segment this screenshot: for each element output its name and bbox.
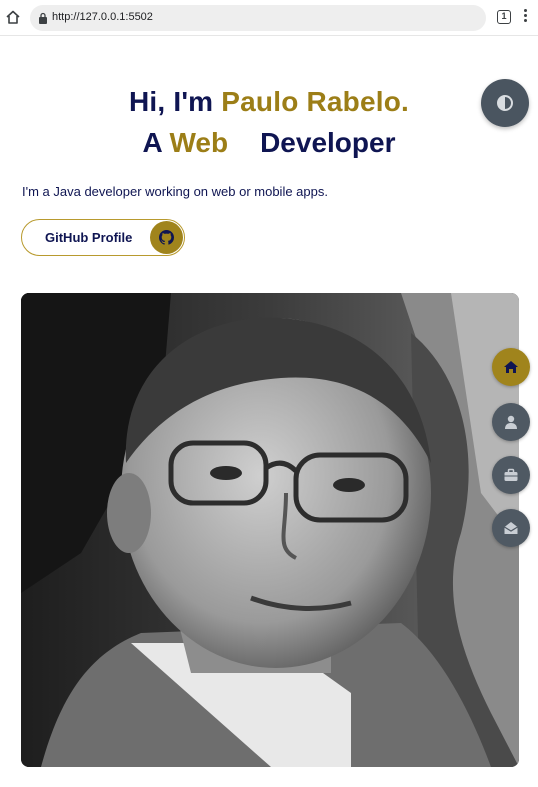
nav-home-button[interactable] <box>492 348 530 386</box>
name-text: Paulo Rabelo. <box>221 86 410 117</box>
greeting-text: Hi, I'm <box>128 86 222 117</box>
github-icon <box>159 230 174 245</box>
home-icon[interactable] <box>4 8 22 26</box>
briefcase-icon <box>504 468 518 481</box>
browser-toolbar: http://127.0.0.1:5502 1 <box>0 0 538 36</box>
github-profile-label: GitHub Profile <box>45 230 133 245</box>
tab-count-button[interactable]: 1 <box>497 10 511 24</box>
address-bar[interactable]: http://127.0.0.1:5502 <box>30 5 486 31</box>
nav-portfolio-button[interactable] <box>492 456 530 494</box>
profile-photo <box>21 293 519 767</box>
lock-icon <box>39 12 47 24</box>
github-icon-circle <box>150 221 183 254</box>
hero-title: Hi, I'm Paulo Rabelo. <box>0 86 538 118</box>
more-menu-icon[interactable] <box>522 9 528 27</box>
user-icon <box>505 415 517 429</box>
envelope-open-icon <box>504 522 518 534</box>
nav-about-button[interactable] <box>492 403 530 441</box>
intro-text: I'm a Java developer working on web or m… <box>22 184 328 199</box>
role-prefix-text: A <box>142 127 170 158</box>
hero-subtitle: A Web Developer <box>0 127 538 159</box>
url-text: http://127.0.0.1:5502 <box>52 11 153 23</box>
github-profile-button[interactable]: GitHub Profile <box>21 219 185 256</box>
role-suffix-text: Developer <box>260 127 396 158</box>
role-highlight-text: Web <box>169 127 229 158</box>
home-icon <box>504 361 518 373</box>
nav-contact-button[interactable] <box>492 509 530 547</box>
